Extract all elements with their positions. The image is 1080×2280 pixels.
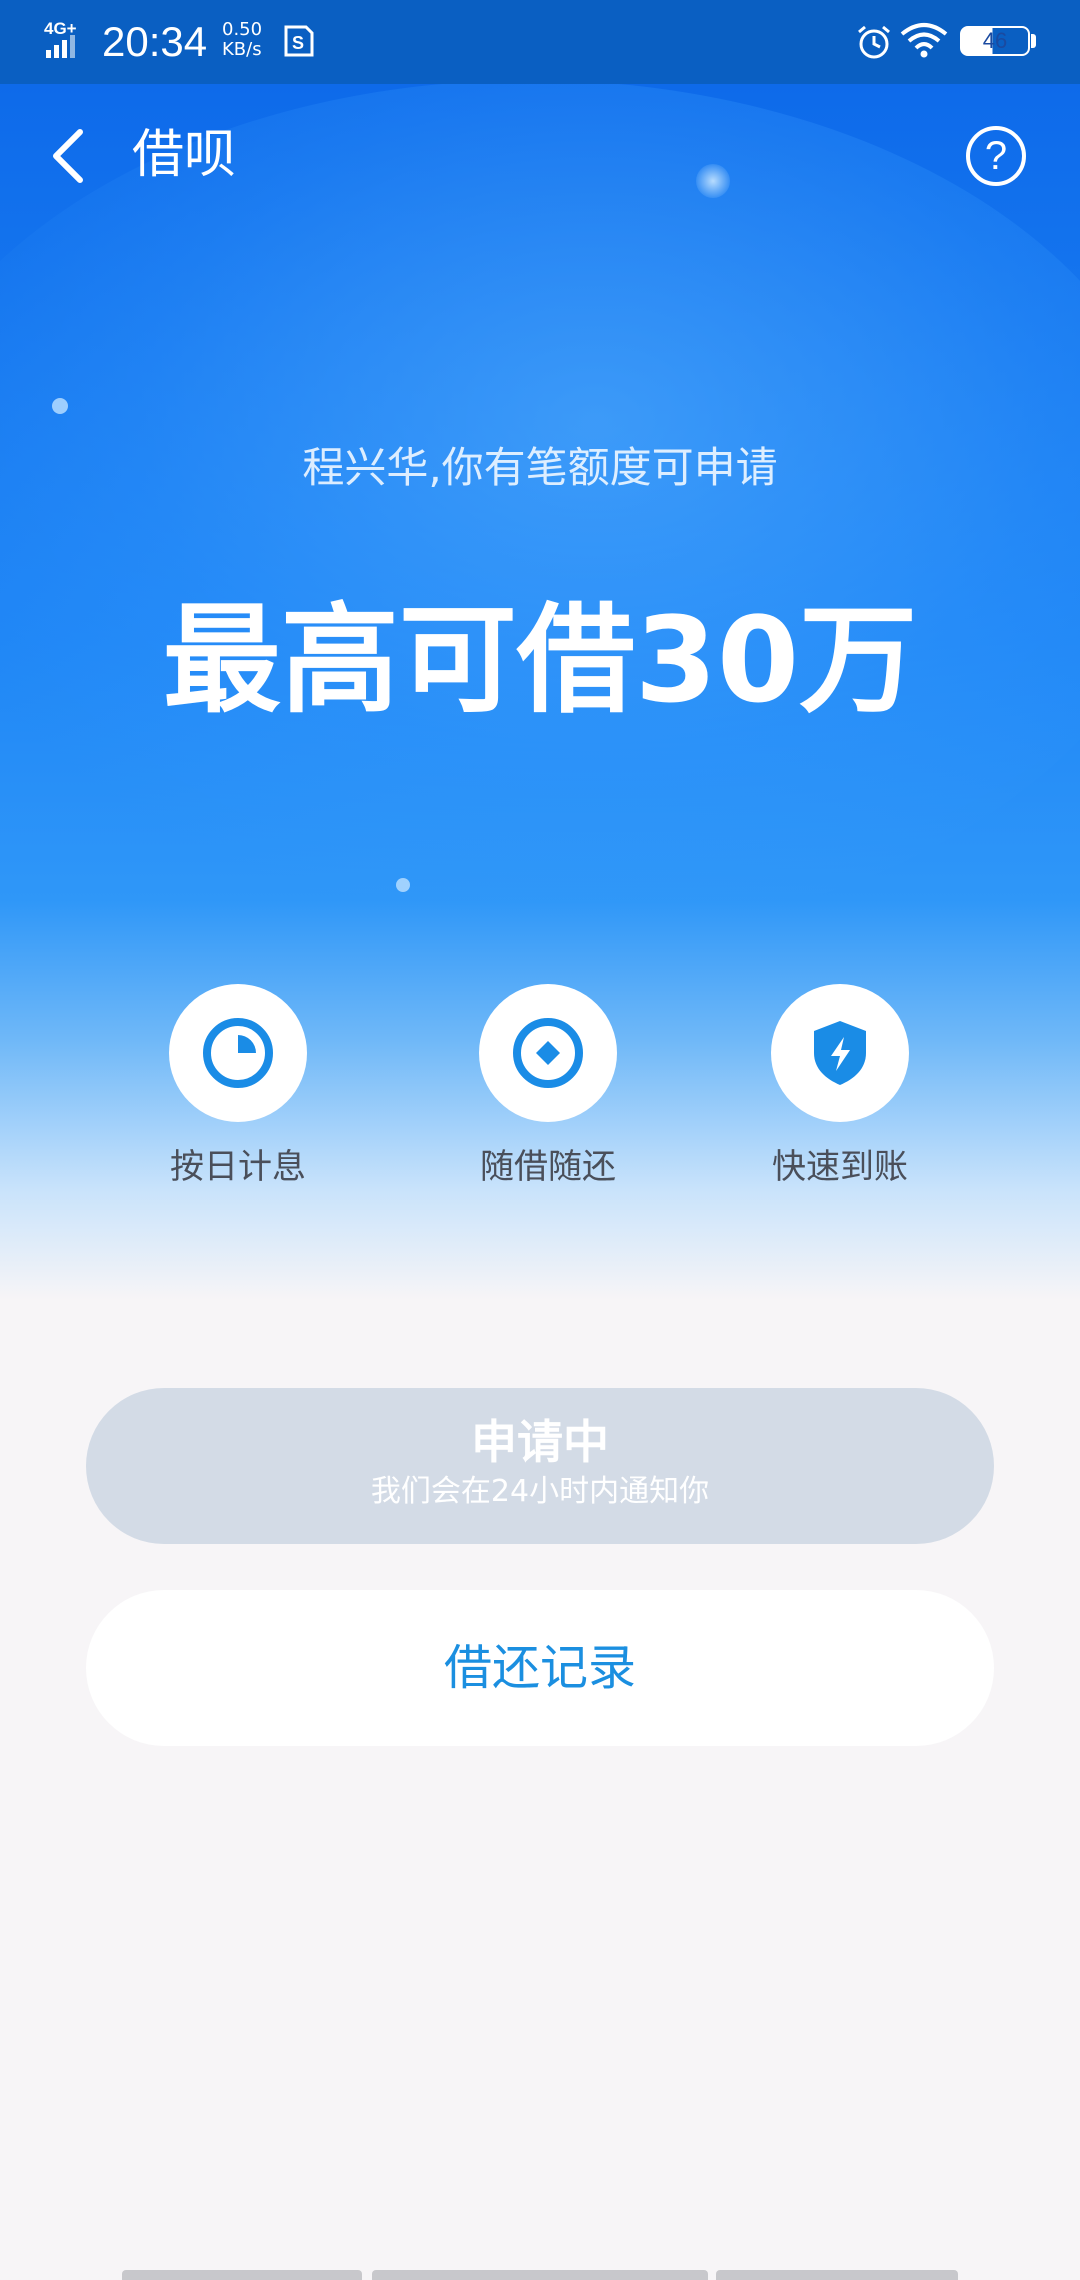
apply-status-subtitle: 我们会在24小时内通知你 — [370, 1474, 710, 1509]
apply-status-title: 申请中 — [471, 1415, 609, 1469]
greeting-text: 程兴华,你有笔额度可申请 — [302, 443, 778, 492]
decor-dot — [696, 164, 730, 198]
decor-dot — [52, 398, 68, 414]
network-speed-value: 0.50 — [222, 19, 263, 40]
feature-label: 按日计息 — [170, 1147, 306, 1187]
signal-icon: 4G+ — [44, 19, 77, 58]
sim-icon: S — [284, 25, 314, 57]
hero-glow — [0, 80, 1080, 940]
alarm-icon — [858, 25, 890, 59]
nav-bar-segment — [716, 2270, 958, 2280]
decor-dot — [396, 878, 410, 892]
coin-icon — [513, 1018, 583, 1088]
loan-records-button[interactable]: 借还记录 — [86, 1590, 994, 1746]
feature-label: 快速到账 — [772, 1147, 908, 1187]
question-icon[interactable]: ? — [966, 126, 1026, 186]
wifi-icon — [900, 23, 948, 58]
feature-circle — [479, 984, 617, 1122]
status-bar: 4G+ 20:34 0.50 KB/s S 46 — [0, 0, 1080, 84]
shield-lightning-icon — [814, 1021, 866, 1085]
nav-bar-segment — [372, 2270, 708, 2280]
clock-icon — [203, 1018, 273, 1088]
nav-bar-segment — [122, 2270, 362, 2280]
clock-time: 20:34 — [102, 18, 208, 65]
feature-label: 随借随还 — [480, 1147, 616, 1187]
chevron-left-icon[interactable] — [36, 116, 100, 196]
page-title: 借呗 — [132, 125, 237, 185]
network-speed: 0.50 KB/s — [222, 20, 262, 60]
credit-headline: 最高可借30万 — [162, 591, 918, 729]
feature-daily-interest: 按日计息 — [88, 984, 388, 1190]
feature-flexible-repay: 随借随还 — [398, 984, 698, 1190]
battery-level: 46 — [982, 28, 1008, 53]
feature-circle — [771, 984, 909, 1122]
feature-circle — [169, 984, 307, 1122]
battery-cap — [1031, 34, 1036, 48]
apply-status-button[interactable]: 申请中 我们会在24小时内通知你 — [86, 1388, 994, 1544]
network-speed-unit: KB/s — [222, 39, 262, 60]
svg-text:S: S — [292, 33, 304, 53]
feature-fast-arrival: 快速到账 — [690, 984, 990, 1190]
